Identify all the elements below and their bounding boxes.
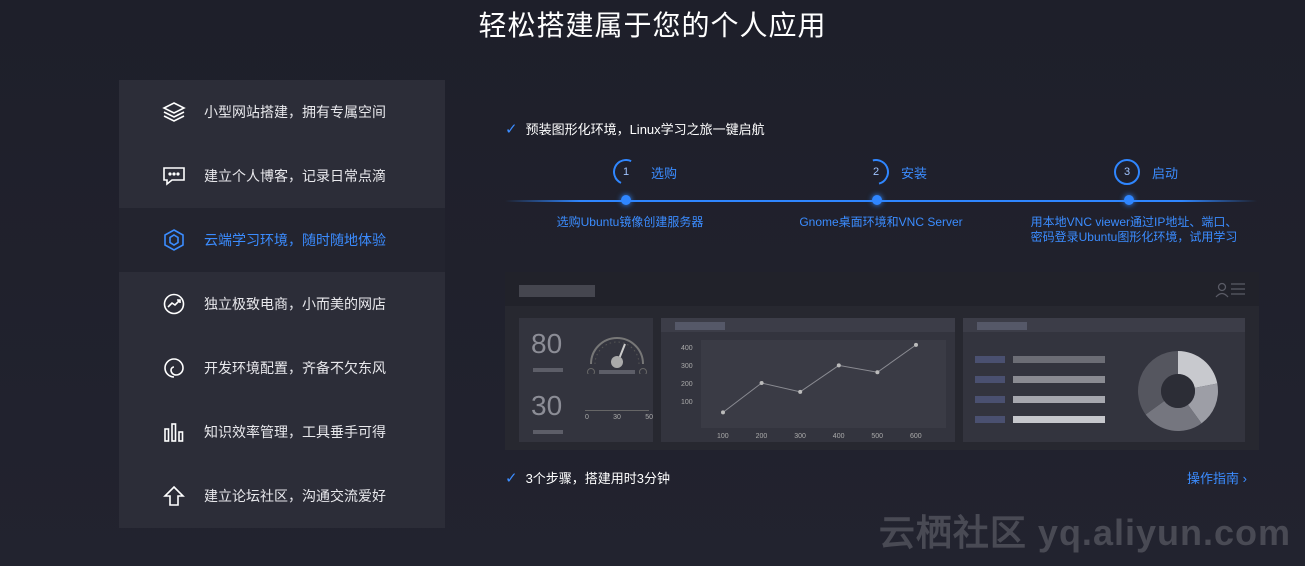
hexagon-icon bbox=[162, 228, 186, 252]
arrow-up-icon bbox=[162, 484, 186, 508]
summary-line: ✓ 3个步骤，搭建用时3分钟 bbox=[505, 468, 670, 487]
x-tick-label: 300 bbox=[794, 433, 806, 440]
intro-text: 预装图形化环境，Linux学习之旅一键启航 bbox=[525, 122, 765, 137]
timeline-dot bbox=[621, 195, 631, 205]
y-tick-label: 200 bbox=[681, 381, 693, 388]
sidebar-item-label: 开发环境配置，齐备不欠东风 bbox=[204, 360, 386, 376]
metric-b-bar bbox=[533, 430, 563, 434]
sidebar-item-devenv[interactable]: 开发环境配置，齐备不欠东风 bbox=[119, 336, 445, 400]
dashboard-preview: 80 30 0 30 50 400 300 200 100 100 200 30 bbox=[505, 272, 1259, 450]
line-chart: 400 300 200 100 100 200 300 400 500 600 bbox=[681, 340, 946, 440]
step-number-circle: 1 bbox=[609, 155, 643, 189]
timeline-dot bbox=[872, 195, 882, 205]
panel-title-placeholder bbox=[675, 322, 725, 330]
list-bar bbox=[1013, 396, 1105, 403]
bar-chart-icon bbox=[162, 420, 186, 444]
data-point bbox=[836, 363, 841, 368]
sidebar-item-label: 建立论坛社区，沟通交流爱好 bbox=[204, 488, 386, 504]
sidebar-item-ecommerce[interactable]: 独立极致电商，小而美的网店 bbox=[119, 272, 445, 336]
chat-bubble-icon bbox=[162, 164, 186, 188]
list-donut-panel bbox=[963, 318, 1245, 442]
step-1: 1 选购 bbox=[609, 155, 678, 189]
sidebar-item-label: 小型网站搭建，拥有专属空间 bbox=[204, 104, 386, 120]
sidebar-item-blog[interactable]: 建立个人博客，记录日常点滴 bbox=[119, 144, 445, 208]
slider-track bbox=[585, 410, 649, 411]
sidebar-item-forum[interactable]: 建立论坛社区，沟通交流爱好 bbox=[119, 464, 445, 528]
y-tick-label: 100 bbox=[681, 399, 693, 406]
sidebar-item-label: 知识效率管理，工具垂手可得 bbox=[204, 424, 386, 440]
trend-circle-icon bbox=[162, 292, 186, 316]
data-point bbox=[798, 389, 803, 394]
metric-b: 30 bbox=[531, 390, 563, 421]
preview-header bbox=[505, 272, 1259, 306]
watermark: 云栖社区 yq.aliyun.com bbox=[878, 512, 1291, 553]
layers-icon bbox=[162, 100, 186, 124]
x-tick-label: 400 bbox=[833, 433, 845, 440]
step-3-description: 用本地VNC viewer通过IP地址、端口、 密码登录Ubuntu图形化环境，… bbox=[1030, 215, 1238, 244]
x-tick-label: 500 bbox=[871, 433, 883, 440]
list-bar bbox=[1013, 356, 1105, 363]
step-3: 3 启动 bbox=[1114, 159, 1178, 185]
step-label: 选购 bbox=[651, 165, 678, 181]
line-chart-panel: 400 300 200 100 100 200 300 400 500 600 bbox=[661, 318, 955, 442]
gauge bbox=[587, 337, 647, 374]
sidebar-item-knowledge[interactable]: 知识效率管理，工具垂手可得 bbox=[119, 400, 445, 464]
metrics-panel: 80 30 0 30 50 bbox=[519, 318, 653, 442]
content-panel: ✓ 预装图形化环境，Linux学习之旅一键启航 1 选购 2 安装 3 启动 选… bbox=[445, 80, 1285, 528]
x-tick-label: 200 bbox=[756, 433, 768, 440]
step-number-circle: 3 bbox=[1114, 159, 1140, 185]
step-label: 安装 bbox=[901, 165, 928, 181]
sidebar-item-learning[interactable]: 云端学习环境，随时随地体验 bbox=[119, 208, 445, 272]
panel-title-placeholder bbox=[977, 322, 1027, 330]
check-icon: ✓ bbox=[505, 469, 518, 487]
user-icon bbox=[1215, 282, 1229, 298]
list-key bbox=[975, 376, 1005, 383]
gauge-ticks: 0 30 50 bbox=[585, 414, 653, 421]
list-key bbox=[975, 416, 1005, 423]
list-bar bbox=[1013, 416, 1105, 423]
metric-a-bar bbox=[533, 368, 563, 372]
list-bar bbox=[1013, 376, 1105, 383]
data-point bbox=[914, 342, 918, 347]
donut-hole bbox=[1161, 374, 1195, 408]
chart-plot-area bbox=[701, 340, 946, 428]
sidebar-item-label: 云端学习环境，随时随地体验 bbox=[204, 232, 386, 248]
list-key bbox=[975, 396, 1005, 403]
spiral-icon bbox=[162, 356, 186, 380]
list-key bbox=[975, 356, 1005, 363]
metric-a: 80 bbox=[531, 328, 563, 359]
data-point bbox=[759, 381, 764, 386]
data-point bbox=[721, 410, 725, 415]
step-1-description: 选购Ubuntu镜像创建服务器 bbox=[556, 215, 704, 229]
step-label: 启动 bbox=[1152, 165, 1179, 181]
page-title: 轻松搭建属于您的个人应用 bbox=[478, 10, 827, 41]
sidebar-item-website[interactable]: 小型网站搭建，拥有专属空间 bbox=[119, 80, 445, 144]
operation-guide-link[interactable]: 操作指南 › bbox=[1187, 468, 1247, 487]
step-2-description: Gnome桌面环境和VNC Server bbox=[799, 215, 963, 229]
panel-header bbox=[661, 318, 955, 332]
x-tick-label: 600 bbox=[910, 433, 922, 440]
preview-title-placeholder bbox=[519, 285, 595, 297]
summary-text: 3个步骤，搭建用时3分钟 bbox=[525, 471, 671, 486]
y-tick-label: 400 bbox=[681, 345, 693, 352]
intro-line: ✓ 预装图形化环境，Linux学习之旅一键启航 bbox=[505, 119, 765, 138]
data-point bbox=[875, 370, 880, 375]
sidebar-item-label: 建立个人博客，记录日常点滴 bbox=[204, 168, 386, 184]
y-tick-label: 300 bbox=[681, 363, 693, 370]
timeline-dot bbox=[1124, 195, 1134, 205]
step-2: 2 安装 bbox=[858, 154, 928, 190]
panel-header bbox=[963, 318, 1245, 332]
menu-icon bbox=[1231, 283, 1245, 295]
sidebar: 小型网站搭建，拥有专属空间 建立个人博客，记录日常点滴 云端学习环境，随时随地体… bbox=[119, 80, 445, 528]
step-number-circle: 2 bbox=[858, 154, 894, 190]
sidebar-item-label: 独立极致电商，小而美的网店 bbox=[204, 296, 386, 312]
check-icon: ✓ bbox=[505, 120, 518, 138]
donut-chart bbox=[1138, 351, 1218, 431]
x-tick-label: 100 bbox=[717, 433, 729, 440]
